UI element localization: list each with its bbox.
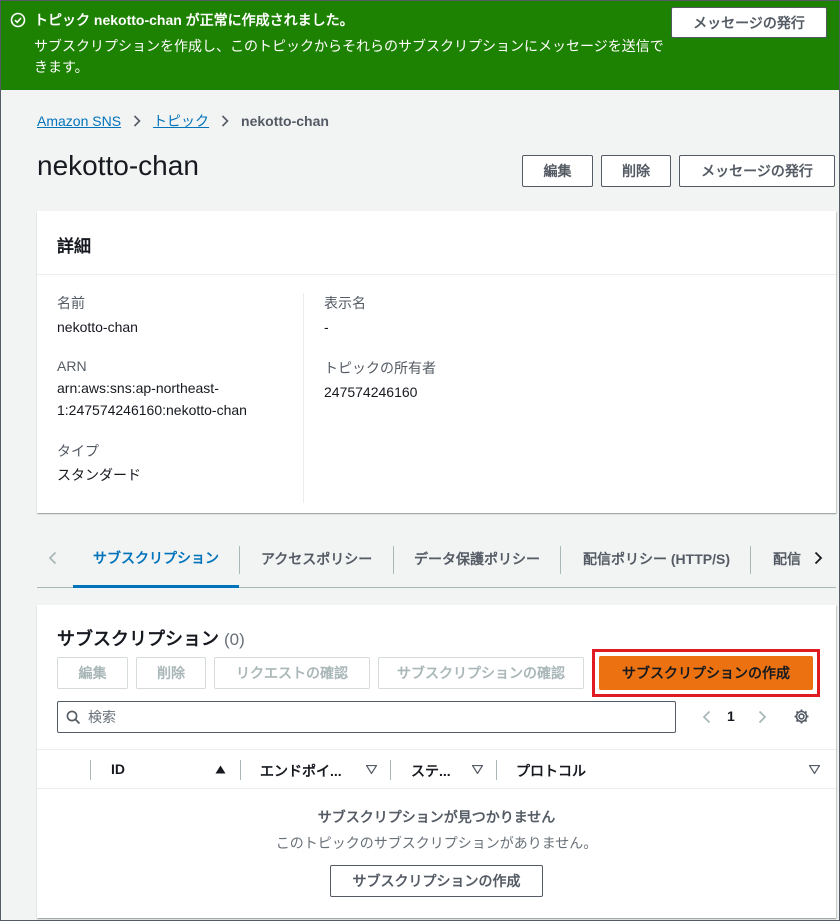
publish-message-button[interactable]: メッセージの発行 (679, 155, 835, 187)
column-divider (390, 760, 391, 780)
details-panel: 詳細 名前 nekotto-chan ARN arn:aws:sns:ap-no… (37, 211, 836, 513)
create-subscription-button[interactable]: サブスクリプションの作成 (599, 656, 813, 690)
confirm-subscription-button[interactable]: サブスクリプションの確認 (378, 657, 584, 689)
chevron-left-icon[interactable] (700, 709, 714, 725)
subscriptions-count: (0) (224, 630, 245, 649)
sort-ascending-icon[interactable] (215, 765, 226, 774)
edit-button[interactable]: 編集 (522, 155, 593, 187)
name-label: 名前 (57, 295, 85, 311)
edit-subscription-button[interactable]: 編集 (57, 657, 128, 689)
column-protocol[interactable]: プロトコル (516, 761, 586, 781)
success-flash-banner: トピック nekotto-chan が正常に作成されました。 サブスクリプション… (1, 1, 839, 90)
chevron-left-icon[interactable] (45, 550, 61, 566)
search-field[interactable] (57, 701, 676, 733)
arn-value-line-2: 1:247574246160:nekotto-chan (57, 402, 247, 418)
column-endpoint[interactable]: エンドポイ... (260, 761, 342, 781)
type-label: タイプ (57, 443, 99, 459)
tab-delivery-truncated[interactable]: 配信 (773, 530, 801, 588)
display-name-value: - (324, 319, 329, 335)
sort-caret-down-icon[interactable] (366, 765, 377, 774)
tab-bar: サブスクリプション アクセスポリシー データ保護ポリシー 配信ポリシー (HTT… (37, 530, 836, 588)
create-subscription-highlight: サブスクリプションの作成 (592, 649, 820, 697)
tab-data-protection-policy[interactable]: データ保護ポリシー (414, 530, 560, 588)
column-id[interactable]: ID (111, 761, 125, 777)
page-title: nekotto-chan (37, 150, 199, 181)
breadcrumb-link-sns[interactable]: Amazon SNS (37, 113, 121, 129)
delete-button[interactable]: 削除 (601, 155, 671, 187)
tab-divider (750, 546, 751, 574)
column-status[interactable]: ステ... (411, 761, 451, 781)
tab-subscriptions[interactable]: サブスクリプション (73, 530, 239, 588)
column-divider (240, 760, 241, 780)
breadcrumb-current: nekotto-chan (241, 113, 329, 129)
empty-state-title: サブスクリプションが見つかりません (317, 809, 556, 825)
topic-owner-label: トピックの所有者 (324, 360, 436, 376)
sort-caret-down-icon[interactable] (809, 765, 820, 774)
chevron-right-icon (221, 115, 229, 127)
search-input[interactable] (88, 707, 658, 727)
gear-icon[interactable] (793, 708, 810, 725)
empty-state-message: このトピックのサブスクリプションがありません。 (275, 835, 598, 851)
confirm-request-button[interactable]: リクエストの確認 (214, 657, 370, 689)
current-page-number[interactable]: 1 (727, 708, 735, 724)
check-circle-icon (10, 12, 26, 28)
chevron-right-icon[interactable] (810, 550, 826, 566)
tab-divider (560, 546, 561, 574)
column-divider (90, 760, 91, 780)
flash-publish-message-button[interactable]: メッセージの発行 (671, 7, 827, 38)
subscriptions-heading: サブスクリプション (0) (57, 625, 245, 651)
flash-message: サブスクリプションを作成し、このトピックからそれらのサブスクリプションにメッセー… (34, 38, 664, 75)
chevron-right-icon[interactable] (755, 709, 769, 725)
delete-subscription-button[interactable]: 削除 (136, 657, 206, 689)
tab-access-policy[interactable]: アクセスポリシー (261, 530, 394, 588)
tab-delivery-policy[interactable]: 配信ポリシー (HTTP/S) (583, 530, 750, 588)
arn-value-line-1: arn:aws:sns:ap-northeast- (57, 380, 219, 396)
arn-label: ARN (57, 358, 87, 374)
details-heading: 詳細 (37, 211, 836, 275)
tab-divider (393, 546, 394, 574)
details-left-column: 名前 nekotto-chan ARN arn:aws:sns:ap-north… (57, 293, 247, 486)
breadcrumb: Amazon SNS トピック nekotto-chan (37, 111, 329, 131)
details-right-column: 表示名 - トピックの所有者 247574246160 (324, 293, 436, 403)
sort-caret-down-icon[interactable] (472, 765, 483, 774)
chevron-right-icon (133, 115, 141, 127)
type-value: スタンダード (57, 467, 141, 483)
topic-owner-value: 247574246160 (324, 384, 418, 400)
breadcrumb-link-topics[interactable]: トピック (153, 111, 209, 131)
subscriptions-panel: サブスクリプション (0) 編集 削除 リクエストの確認 サブスクリプションの確… (37, 605, 836, 918)
column-divider (303, 293, 304, 503)
empty-create-subscription-button[interactable]: サブスクリプションの作成 (330, 865, 543, 897)
flash-title: トピック nekotto-chan が正常に作成されました。 (34, 12, 354, 28)
tab-divider (239, 546, 240, 574)
name-value: nekotto-chan (57, 319, 138, 335)
display-name-label: 表示名 (324, 295, 366, 311)
search-icon (66, 710, 81, 725)
table-header: ID エンドポイ... ステ... プロトコル (37, 749, 836, 789)
subscriptions-title: サブスクリプション (57, 629, 219, 649)
column-divider (496, 760, 497, 780)
